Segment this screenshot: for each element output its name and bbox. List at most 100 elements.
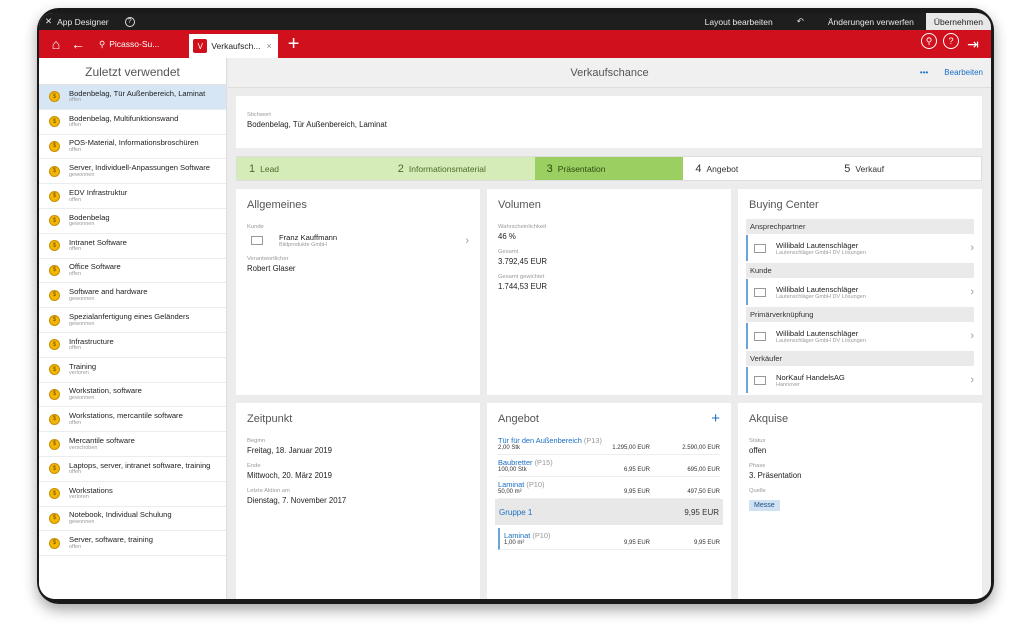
sidebar-item[interactable]: $ Notebook, Individual Schulung gewonnen: [39, 507, 226, 532]
offer-item-name: Tür für den Außenbereich: [498, 436, 582, 445]
buying-group-label: Verkäufer: [746, 351, 974, 366]
undo-icon[interactable]: ↶: [785, 16, 816, 27]
offer-item[interactable]: Laminat (P10) 50,00 m² 9,95 EUR 497,50 EUR: [498, 477, 720, 499]
sidebar-item[interactable]: $ Mercantile software verschoben: [39, 432, 226, 457]
sidebar-item-title: Infrastructure: [69, 336, 114, 346]
stage-sale[interactable]: 5 Verkauf: [832, 157, 981, 180]
keyword-card: Stichwort Bodenbelag, Tür Außenbereich, …: [236, 96, 982, 148]
sidebar-item[interactable]: $ Server, Individuell-Anpassungen Softwar…: [39, 159, 226, 185]
offer-item-code: (P13): [583, 436, 602, 445]
buying-contact[interactable]: NorKauf HandelsAG Hannover ›: [746, 367, 974, 393]
sidebar-item[interactable]: $ Spezialanfertigung eines Geländers gewon…: [39, 308, 226, 333]
buying-contact[interactable]: Willibald Lautenschläger Lautenschläger G…: [746, 279, 974, 305]
sidebar-item[interactable]: $ Bodenbelag gewonnen: [39, 209, 226, 234]
contact-company: Lautenschläger GmbH DV Lösungen: [776, 249, 866, 256]
owner-label: Verantwortlicher: [247, 256, 289, 262]
add-offer-icon[interactable]: +: [711, 411, 720, 426]
sidebar-item[interactable]: $ Training verloren: [39, 358, 226, 383]
acquisition-title: Akquise: [749, 413, 789, 425]
sidebar-item-title: Workstation, software: [69, 386, 142, 396]
layout-edit-button[interactable]: Layout bearbeiten: [693, 17, 785, 27]
last-action-label: Letzte Aktion am: [247, 488, 290, 494]
opportunity-coin-icon: $: [49, 165, 60, 177]
tools-icon: ✕: [45, 16, 53, 26]
page-title: Verkaufschance: [570, 66, 649, 79]
chevron-right-icon: ›: [465, 234, 469, 247]
buying-center-title: Buying Center: [749, 199, 819, 211]
sidebar-item-status: gewonnen: [69, 295, 95, 302]
stage-offer[interactable]: 4 Angebot: [683, 157, 833, 180]
search-icon[interactable]: ⚲: [921, 33, 937, 49]
opportunity-icon: V: [193, 39, 208, 53]
back-arrow-icon[interactable]: ←: [67, 33, 89, 55]
sidebar-item[interactable]: $ Software and hardware gewonnen: [39, 283, 226, 309]
general-card: Allgemeines Kunde Franz Kauffmann Bildpr…: [236, 189, 480, 395]
app-designer[interactable]: ✕ App Designer: [45, 16, 109, 27]
sidebar-item[interactable]: $ Workstations, mercantile software offen: [39, 407, 226, 433]
buying-contact[interactable]: Willibald Lautenschläger Lautenschläger G…: [746, 323, 974, 349]
buying-group-label: Ansprechpartner: [746, 219, 974, 234]
last-action-value: Dienstag, 7. November 2017: [247, 496, 347, 505]
offer-item-name: Baubretter: [498, 458, 533, 467]
sidebar-item-status: offen: [69, 196, 82, 203]
help-icon[interactable]: ?: [124, 16, 135, 27]
offer-item[interactable]: Tür für den Außenbereich (P13) 2,00 Stk 1.…: [498, 433, 720, 455]
new-tab-icon[interactable]: +: [288, 33, 300, 56]
sidebar-item-status: offen: [69, 469, 82, 476]
sidebar-item[interactable]: $ Bodenbelag, Multifunktionswand offen: [39, 110, 226, 135]
opportunity-coin-icon: $: [49, 438, 60, 450]
close-icon[interactable]: ×: [266, 41, 271, 51]
sidebar-item-status: gewonnen: [69, 171, 95, 178]
opportunity-coin-icon: $: [49, 289, 60, 301]
sidebar-item[interactable]: $ Workstation, software gewonnen: [39, 383, 226, 408]
opportunity-coin-icon: $: [49, 190, 60, 202]
contact-name: Willibald Lautenschläger: [776, 240, 859, 250]
offer-group[interactable]: Gruppe 1 9,95 EUR: [495, 499, 723, 525]
offer-item-name: Laminat: [498, 480, 525, 489]
customer-link[interactable]: Franz Kauffmann Bildprodukte GmbH ›: [247, 233, 469, 248]
sidebar-item[interactable]: $ Infrastructure offen: [39, 333, 226, 358]
offer-item[interactable]: Baubretter (P15) 100,00 Stk 6,95 EUR 695,00…: [498, 455, 720, 477]
contact-company: Lautenschläger GmbH DV Lösungen: [776, 293, 866, 300]
sidebar-item-title: Server, software, training: [69, 535, 153, 545]
search-icon: ⚲: [99, 38, 106, 49]
group-item[interactable]: Laminat (P10) 1,00 m² 9,95 EUR 9,95 EUR: [498, 528, 720, 550]
sidebar-item[interactable]: $ Office Software offen: [39, 259, 226, 284]
sidebar-item[interactable]: $ Server, software, training offen: [39, 531, 226, 557]
opportunity-coin-icon: $: [49, 140, 60, 152]
chevron-right-icon: ›: [970, 374, 974, 386]
weighted-value: 1.744,53 EUR: [498, 282, 547, 291]
opportunity-coin-icon: $: [49, 264, 60, 276]
page-header: Verkaufschance ••• Bearbeiten: [228, 58, 991, 88]
volume-card: Volumen Wahrscheinlichkeit 46 % Gesamt 3…: [487, 189, 731, 395]
sidebar-item-status: offen: [69, 122, 82, 129]
home-icon[interactable]: ⌂: [45, 33, 67, 55]
discard-button[interactable]: Änderungen verwerfen: [816, 17, 926, 27]
buying-group-label: Primärverknüpfung: [746, 307, 974, 322]
logout-icon[interactable]: ⇥: [965, 33, 981, 55]
sidebar-item[interactable]: $ EDV Infrastruktur offen: [39, 184, 226, 209]
buying-contact[interactable]: Willibald Lautenschläger Lautenschläger G…: [746, 235, 974, 261]
tab-opportunity[interactable]: V Verkaufsch... ×: [189, 34, 278, 58]
opportunity-coin-icon: $: [49, 215, 60, 227]
acquisition-card: Akquise Status offen Phase 3. Präsentati…: [738, 403, 982, 599]
group-name: Gruppe 1: [499, 507, 533, 517]
stage-presentation[interactable]: 3 Präsentation: [534, 157, 684, 180]
sidebar-item[interactable]: $ POS-Material, Informationsbroschüren off…: [39, 135, 226, 160]
sidebar-item-title: Office Software: [69, 262, 121, 272]
tab-search[interactable]: ⚲ Picasso-Su...: [99, 39, 159, 50]
sidebar-item[interactable]: $ Bodenbelag, Tür Außenbereich, Laminat of…: [39, 85, 226, 110]
sidebar-item-title: Server, Individuell-Anpassungen Software: [69, 163, 210, 173]
sidebar-item[interactable]: $ Intranet Software offen: [39, 234, 226, 259]
commit-button[interactable]: Übernehmen: [925, 13, 991, 30]
source-tag[interactable]: Messe: [749, 500, 780, 511]
opportunity-coin-icon: $: [49, 240, 60, 252]
stage-information[interactable]: 2 Informationsmaterial: [385, 157, 535, 180]
stage-lead[interactable]: 1 Lead: [237, 157, 386, 180]
edit-button[interactable]: Bearbeiten: [944, 68, 983, 77]
sidebar-item[interactable]: $ Laptops, server, intranet software, tra…: [39, 457, 226, 482]
help-circle-icon[interactable]: ?: [943, 33, 959, 49]
chevron-right-icon: ›: [970, 330, 974, 342]
more-icon[interactable]: •••: [920, 68, 928, 77]
sidebar-item[interactable]: $ Workstations verloren: [39, 482, 226, 507]
